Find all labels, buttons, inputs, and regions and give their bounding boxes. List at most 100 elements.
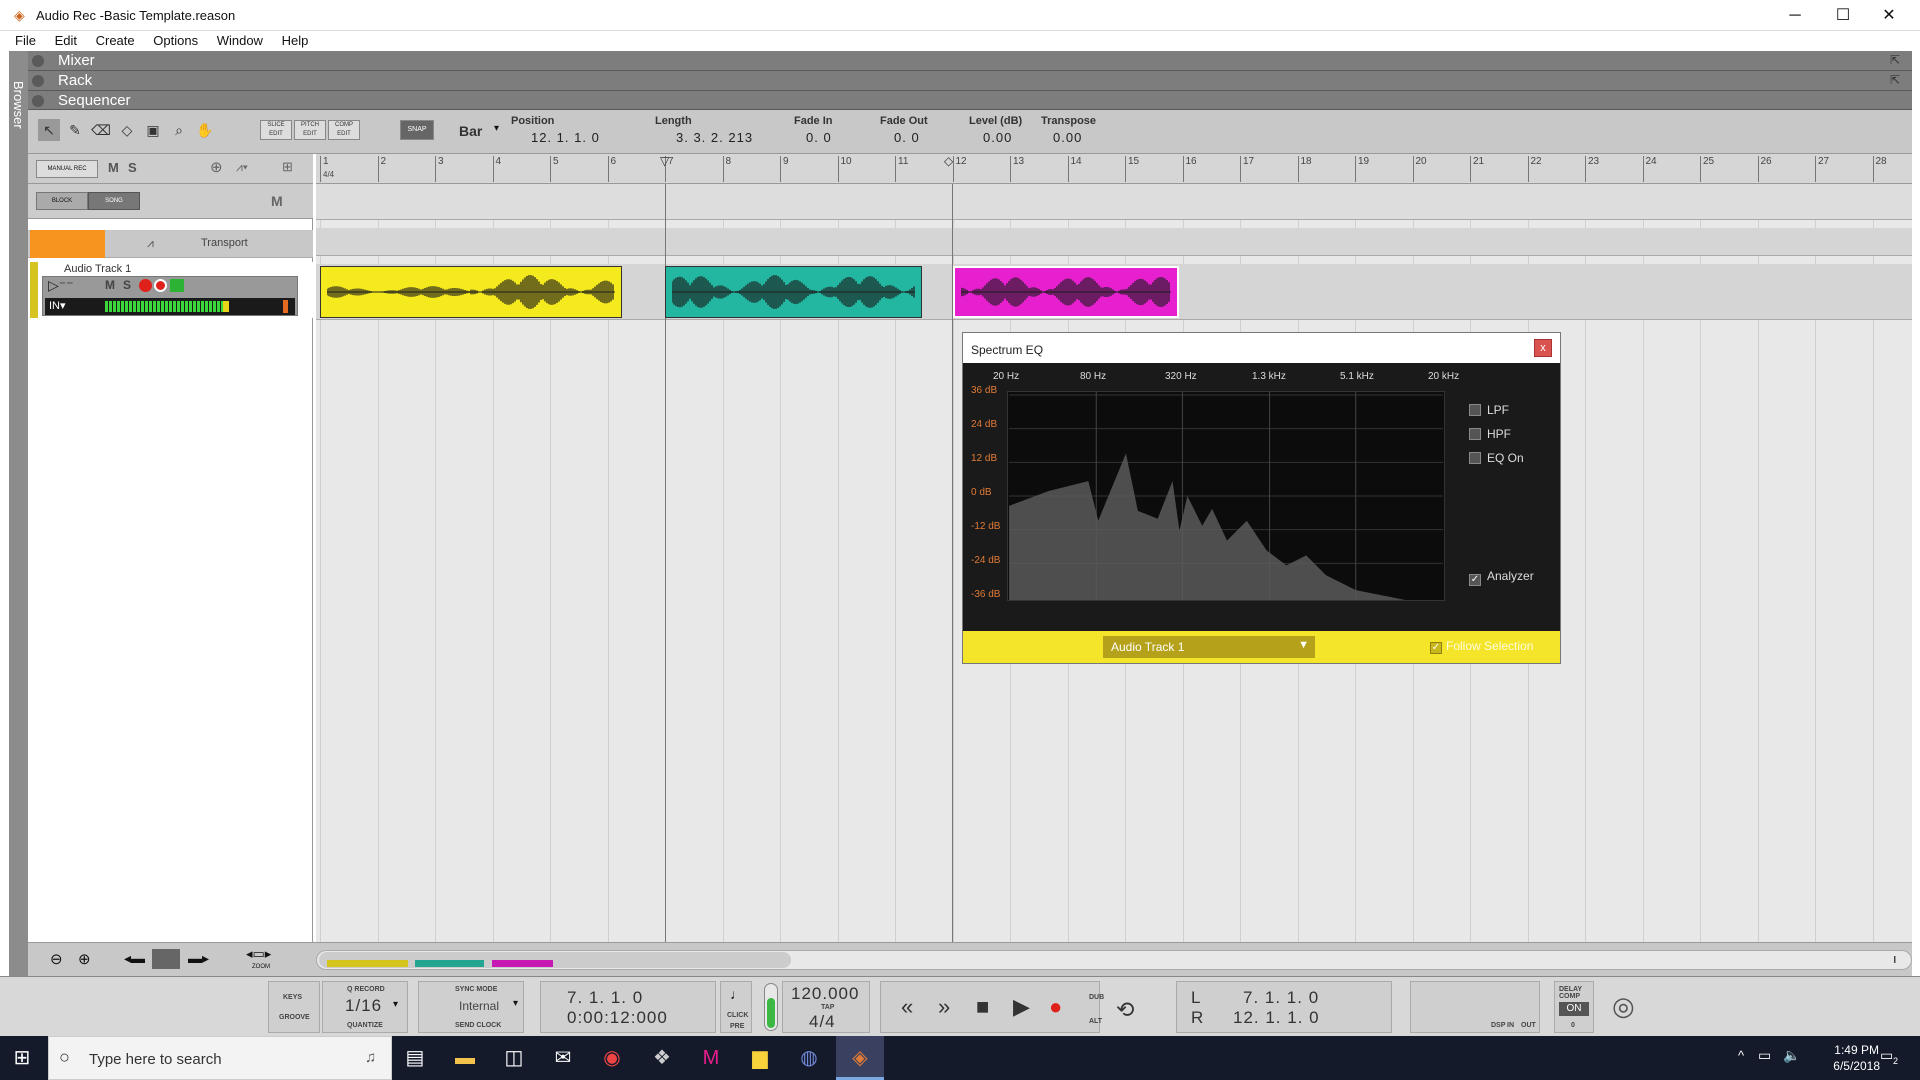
spectrum-analyzer-graph[interactable] [1007, 391, 1445, 601]
menu-create[interactable]: Create [96, 31, 135, 48]
track-select-dropdown[interactable]: Audio Track 1 ▼ [1103, 636, 1315, 658]
minimize-button[interactable]: ─ [1772, 0, 1818, 31]
alt-button[interactable]: ALT [1089, 1018, 1102, 1025]
zoom-in-icon[interactable]: ⊕ [78, 950, 91, 968]
app-icon[interactable]: ❖ [646, 1042, 678, 1074]
task-view-icon[interactable]: ▤ [399, 1042, 431, 1074]
song-mute-toggle[interactable]: M [271, 193, 283, 209]
horizontal-zoom-icon[interactable]: ◂▭▸ [246, 946, 271, 962]
quantize-value[interactable]: 1/16 [345, 996, 382, 1016]
windows-start-icon[interactable]: ⊞ [6, 1042, 38, 1074]
master-solo-button[interactable]: S [128, 160, 137, 175]
razor-tool-icon[interactable]: ◇ [116, 119, 138, 141]
hpf-checkbox[interactable]: HPF [1469, 427, 1511, 441]
loop-left-marker[interactable]: ▽ [660, 154, 669, 168]
maximize-button[interactable]: ☐ [1820, 0, 1866, 31]
m-app-icon[interactable]: M [695, 1042, 727, 1074]
eq-window-header[interactable]: Spectrum EQ x [963, 333, 1560, 363]
comp-edit-button[interactable]: COMP EDIT [328, 120, 360, 140]
song-end-marker[interactable]: ı [1893, 951, 1897, 966]
mixer-panel-header[interactable]: Mixer ⇱ [28, 51, 1912, 71]
stop-icon[interactable]: ■ [976, 994, 989, 1020]
audio-device-icon[interactable]: ▷⁻⁻ [48, 277, 74, 294]
taskbar-search-box[interactable]: ○ Type here to search ♫ [48, 1036, 392, 1080]
chrome-icon[interactable]: ◉ [596, 1042, 628, 1074]
timeline-ruler[interactable]: 1 2 3 4 5 6 7 8 9 10 11 12 13 14 15 16 17 18 19 20 21 22 23 24 2… [316, 154, 1912, 184]
chevron-down-icon[interactable]: ▾ [393, 999, 398, 1010]
hand-tool-icon[interactable]: ✋ [194, 119, 216, 141]
audio-clip[interactable] [320, 266, 622, 318]
audio-track-header[interactable]: Audio Track 1 ▷⁻⁻ M S IN▾ [28, 262, 313, 318]
tap-label[interactable]: TAP [821, 1004, 834, 1011]
menu-edit[interactable]: Edit [55, 31, 77, 48]
add-track-icon[interactable]: ⊕ [210, 158, 223, 176]
close-button[interactable]: ✕ [1866, 0, 1912, 31]
sticky-notes-icon[interactable]: ▆ [744, 1042, 776, 1074]
song-button[interactable]: SONG [88, 192, 140, 210]
menu-window[interactable]: Window [217, 31, 263, 48]
analyzer-checkbox[interactable]: ✓ Analyzer [1469, 569, 1534, 586]
magnify-tool-icon[interactable]: ⌕ [168, 119, 190, 141]
menu-help[interactable]: Help [282, 31, 309, 48]
detach-icon[interactable]: ⇱ [1890, 73, 1900, 87]
fade-in-value[interactable]: 0. 0 [806, 130, 832, 145]
input-select[interactable]: IN▾ [49, 299, 66, 312]
waveform-zoom-in-icon[interactable]: ▬▸ [188, 950, 209, 967]
eq-close-button[interactable]: x [1534, 339, 1552, 357]
slice-edit-button[interactable]: SLICE EDIT [260, 120, 292, 140]
time-signature[interactable]: 4/4 [809, 1012, 836, 1032]
loop-toggle-icon[interactable]: ⟲ [1116, 997, 1134, 1023]
audio-clip[interactable] [953, 266, 1179, 318]
menu-options[interactable]: Options [153, 31, 198, 48]
block-button[interactable]: BLOCK [36, 192, 88, 210]
select-tool-icon[interactable]: ↖ [38, 119, 60, 141]
keys-label[interactable]: KEYS [283, 994, 302, 1001]
pencil-tool-icon[interactable]: ✎ [64, 119, 86, 141]
discord-icon[interactable]: ◍ [793, 1042, 825, 1074]
tray-chevron-icon[interactable]: ^ [1738, 1048, 1744, 1063]
audio-clip[interactable] [665, 266, 922, 318]
fast-forward-icon[interactable]: » [938, 994, 950, 1020]
notification-icon[interactable]: ▭ [1880, 1047, 1893, 1064]
zoom-out-icon[interactable]: ⊖ [50, 950, 63, 968]
file-explorer-icon[interactable]: ▬ [449, 1042, 481, 1074]
send-clock-label[interactable]: SEND CLOCK [455, 1022, 501, 1029]
delay-comp-toggle[interactable]: ON [1559, 1002, 1589, 1016]
groove-label[interactable]: GROOVE [279, 1014, 310, 1021]
loop-right-marker[interactable]: ◇ [944, 154, 953, 168]
checkbox-icon[interactable] [1469, 452, 1481, 464]
sequencer-panel-header[interactable]: Sequencer [28, 91, 1912, 110]
network-icon[interactable]: ▭ [1758, 1047, 1771, 1064]
follow-selection-checkbox[interactable]: ✓ Follow Selection [1430, 639, 1533, 654]
reason-taskbar-button[interactable]: ◈ [836, 1036, 884, 1080]
sync-mode-select[interactable]: Internal [459, 999, 499, 1013]
length-value[interactable]: 3. 3. 2. 213 [676, 130, 753, 145]
automation-icon[interactable]: ⩘ [147, 236, 154, 251]
track-name[interactable]: Audio Track 1 [64, 263, 131, 275]
waveform-zoom-icon[interactable] [152, 949, 180, 969]
master-mute-button[interactable]: M [108, 160, 119, 175]
track-solo-button[interactable]: S [123, 278, 131, 292]
eraser-tool-icon[interactable]: ⌫ [90, 119, 112, 141]
rewind-icon[interactable]: « [901, 994, 913, 1020]
checkmark-icon[interactable]: ✓ [1469, 574, 1481, 586]
song-overview-scrollbar[interactable]: ı [316, 950, 1912, 970]
checkbox-icon[interactable] [1469, 404, 1481, 416]
click-label[interactable]: CLICK [727, 1012, 748, 1019]
fade-out-value[interactable]: 0. 0 [894, 130, 920, 145]
dub-button[interactable]: DUB [1089, 994, 1104, 1001]
song-position[interactable]: 7. 1. 1. 0 [567, 988, 643, 1008]
reason-rack-icon[interactable]: ◎ [1612, 991, 1635, 1022]
detach-icon[interactable]: ⇱ [1890, 53, 1900, 67]
volume-icon[interactable]: 🔈 [1783, 1047, 1800, 1064]
lpf-checkbox[interactable]: LPF [1469, 403, 1509, 417]
taskbar-clock[interactable]: 1:49 PM 6/5/2018 [1833, 1042, 1880, 1074]
mail-icon[interactable]: ✉ [547, 1042, 579, 1074]
tempo-value[interactable]: 120.000 [791, 984, 859, 1004]
snap-button[interactable]: SNAP [400, 120, 434, 140]
song-time[interactable]: 0:00:12:000 [567, 1008, 668, 1028]
metronome-icon[interactable]: ♩ [730, 986, 744, 1002]
waveform-zoom-out-icon[interactable]: ◂▬ [124, 950, 145, 967]
q-record-label[interactable]: Q RECORD [347, 986, 385, 993]
snap-value-select[interactable]: Bar [459, 123, 482, 139]
